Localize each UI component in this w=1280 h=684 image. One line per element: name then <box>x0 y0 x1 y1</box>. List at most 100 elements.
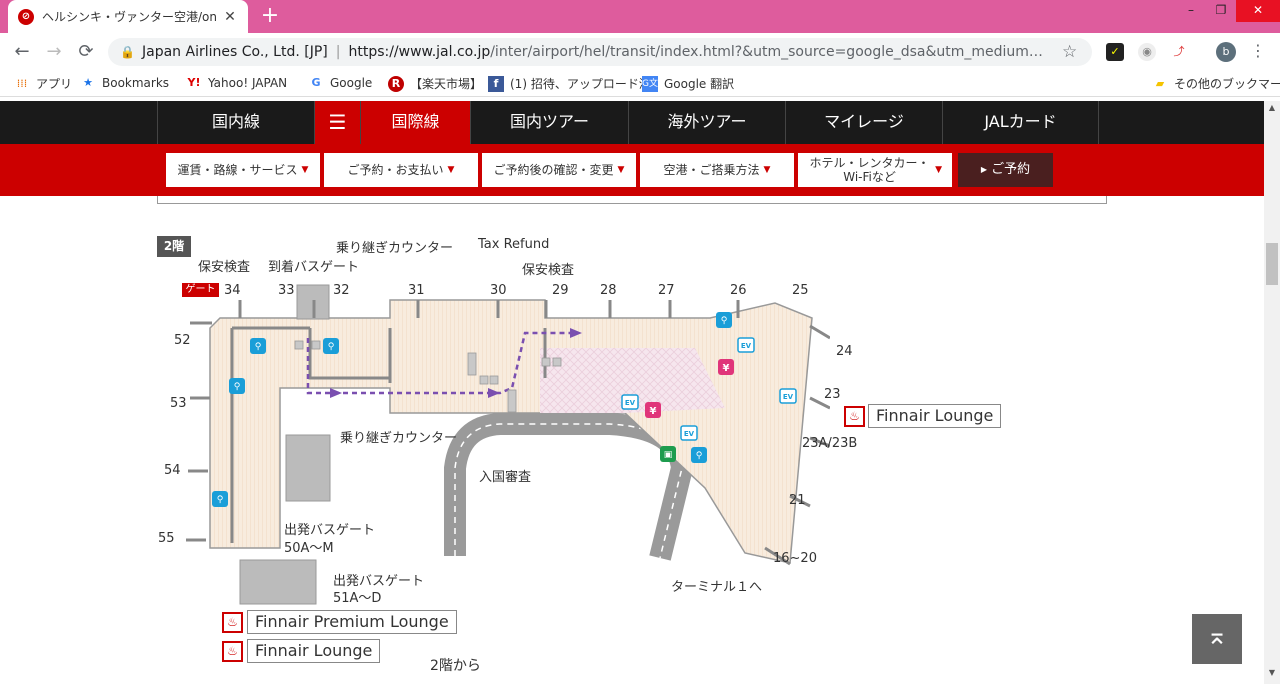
scroll-up-arrow-icon[interactable]: ▲ <box>1264 103 1280 117</box>
bookmark-bookmarks[interactable]: ★ Bookmarks <box>80 75 169 91</box>
back-to-top-button[interactable]: ⌅ <box>1192 614 1242 664</box>
nav-mileage[interactable]: マイレージ <box>785 101 942 144</box>
apps-grid-icon: ⁞⁞⁞ <box>16 76 28 90</box>
browser-toolbar: ← → ⟳ 🔒 Japan Airlines Co., Ltd. [JP] | … <box>0 33 1280 71</box>
svg-text:⚲: ⚲ <box>255 342 262 352</box>
scrollbar-thumb[interactable] <box>1266 243 1278 285</box>
lock-icon: 🔒 <box>120 45 135 59</box>
subnav-label: 空港・ご搭乗方法 <box>663 163 760 177</box>
gate-number: 32 <box>333 283 350 298</box>
bookmark-label: 【楽天市場】 <box>410 77 483 91</box>
nav-international[interactable]: 国際線 <box>360 101 470 144</box>
subnav-fares[interactable]: 運賃・路線・サービス ▼ <box>166 153 320 187</box>
transfer-counter-label: 乗り継ぎカウンター <box>336 241 454 256</box>
bookmark-label: Bookmarks <box>102 76 170 90</box>
global-nav: 国内線 ☰ 国際線 国内ツアー 海外ツアー マイレージ JALカード <box>0 101 1264 144</box>
tab-title: ヘルシンキ・ヴァンター空港/oneworld <box>42 10 216 24</box>
gate-number: 26 <box>730 283 747 298</box>
gate-number: 29 <box>552 283 569 298</box>
bookmark-label: Yahoo! JAPAN <box>208 76 288 90</box>
caret-down-icon: ▼ <box>301 165 309 175</box>
gate-number: 28 <box>600 283 617 298</box>
from-2f-label: 2階から <box>430 658 481 674</box>
chrome-menu-icon[interactable]: ⋮ <box>1250 41 1266 60</box>
svg-text:▣: ▣ <box>664 450 673 460</box>
gate-number: 23A/23B <box>802 436 858 451</box>
restore-button[interactable]: ❐ <box>1206 0 1236 22</box>
tab-close-icon[interactable]: ✕ <box>222 9 238 25</box>
bookmark-label: Google <box>330 76 373 90</box>
forward-button[interactable]: → <box>42 41 66 65</box>
finnair-lounge-link[interactable]: Finnair Lounge <box>247 639 381 663</box>
bookmark-label: Google 翻訳 <box>664 77 735 91</box>
scroll-down-arrow-icon[interactable]: ▼ <box>1264 668 1280 682</box>
nav-jal-card[interactable]: JALカード <box>942 101 1099 144</box>
profile-avatar[interactable]: b <box>1216 42 1236 62</box>
caret-down-icon: ▼ <box>447 165 455 175</box>
subnav-label: ご予約・お支払い <box>347 163 444 177</box>
nav-overseas-tour[interactable]: 海外ツアー <box>628 101 785 144</box>
finnair-premium-lounge-link[interactable]: Finnair Premium Lounge <box>247 610 457 634</box>
finnair-lounge-link[interactable]: Finnair Lounge <box>868 404 1002 428</box>
subnav-hotel[interactable]: ホテル・レンタカー・Wi-Fiなど ▼ <box>798 153 952 187</box>
other-bookmarks-label: その他のブックマーク <box>1174 77 1280 91</box>
bookmark-rakuten[interactable]: R 【楽天市場】 <box>388 75 482 92</box>
caret-down-icon: ▼ <box>935 165 942 175</box>
bookmark-apps[interactable]: ⁞⁞⁞ アプリ <box>14 75 72 92</box>
departure-bus-gate-label: 出発バスゲート <box>284 523 376 538</box>
bookmark-label: (1) 招待、アップロード済 <box>510 77 651 91</box>
gate-number: 25 <box>792 283 809 298</box>
reserve-button[interactable]: ▶ ご予約 <box>958 153 1053 187</box>
hamburger-menu-icon[interactable]: ☰ <box>314 101 360 144</box>
gate-number: 21 <box>789 493 806 508</box>
vertical-scrollbar[interactable]: ▲ ▼ <box>1264 101 1280 684</box>
new-tab-button[interactable]: + <box>258 5 282 29</box>
extension-circle-icon[interactable]: ◉ <box>1138 43 1156 61</box>
browser-tab[interactable]: ⊘ ヘルシンキ・ヴァンター空港/oneworld ✕ <box>8 0 248 33</box>
departure-bus-gate-range: 51A～D <box>333 591 382 606</box>
other-bookmarks[interactable]: ▰ その他のブックマーク <box>1152 75 1280 92</box>
omnibox-separator: | <box>335 44 341 60</box>
nav-domestic-tour[interactable]: 国内ツアー <box>470 101 628 144</box>
subnav-booking[interactable]: ご予約・お支払い ▼ <box>324 153 478 187</box>
subnav-label: ご予約後の確認・変更 <box>493 163 614 177</box>
transfer-counter-label: 乗り継ぎカウンター <box>340 431 458 446</box>
nav-domestic[interactable]: 国内線 <box>157 101 314 144</box>
svg-text:EV: EV <box>684 430 695 438</box>
caret-right-icon: ▶ <box>980 165 988 174</box>
lounge-icon: ♨ <box>844 406 865 427</box>
bookmark-facebook[interactable]: f (1) 招待、アップロード済 <box>488 75 651 92</box>
lounge-icon: ♨ <box>222 612 243 633</box>
subnav-manage[interactable]: ご予約後の確認・変更 ▼ <box>482 153 636 187</box>
gate-tag: ゲート <box>182 283 219 297</box>
gate-number: 16~20 <box>773 551 817 566</box>
gate-number: 52 <box>174 333 191 348</box>
reserve-label: ご予約 <box>991 162 1031 177</box>
subnav-label: ホテル・レンタカー・Wi-Fiなど <box>809 156 930 184</box>
bookmark-star-icon[interactable]: ☆ <box>1062 42 1077 62</box>
bookmark-google[interactable]: G Google <box>308 75 372 91</box>
svg-text:EV: EV <box>741 342 752 350</box>
url-path: /inter/airport/hel/transit/index.html?&u… <box>490 44 1043 60</box>
bookmarks-bar: ⁞⁞⁞ アプリ ★ Bookmarks Y! Yahoo! JAPAN G Go… <box>0 71 1280 97</box>
gate-number: 53 <box>170 396 187 411</box>
arrow-up-icon: ⌅ <box>1206 621 1228 651</box>
minimize-button[interactable]: – <box>1176 0 1206 22</box>
bookmark-yahoo[interactable]: Y! Yahoo! JAPAN <box>186 75 288 91</box>
google-icon: G <box>311 76 321 89</box>
back-button[interactable]: ← <box>10 41 34 65</box>
content-box-edge <box>157 196 1107 204</box>
tab-strip: ⊘ ヘルシンキ・ヴァンター空港/oneworld ✕ + – ❐ ✕ <box>0 0 1280 33</box>
reload-button[interactable]: ⟳ <box>74 41 98 65</box>
gate-number: 27 <box>658 283 675 298</box>
address-bar[interactable]: 🔒 Japan Airlines Co., Ltd. [JP] | https:… <box>108 38 1092 66</box>
window-close-button[interactable]: ✕ <box>1236 0 1280 22</box>
google-translate-icon: G文 <box>642 75 658 92</box>
window-controls: – ❐ ✕ <box>1176 0 1280 22</box>
gate-number: 55 <box>158 531 175 546</box>
pdf-extension-icon[interactable]: ⤴ <box>1170 43 1188 61</box>
rakuten-icon: R <box>388 75 404 92</box>
extension-check-icon[interactable]: ✓ <box>1106 43 1124 61</box>
subnav-airport[interactable]: 空港・ご搭乗方法 ▼ <box>640 153 794 187</box>
bookmark-google-translate[interactable]: G文 Google 翻訳 <box>642 75 734 92</box>
